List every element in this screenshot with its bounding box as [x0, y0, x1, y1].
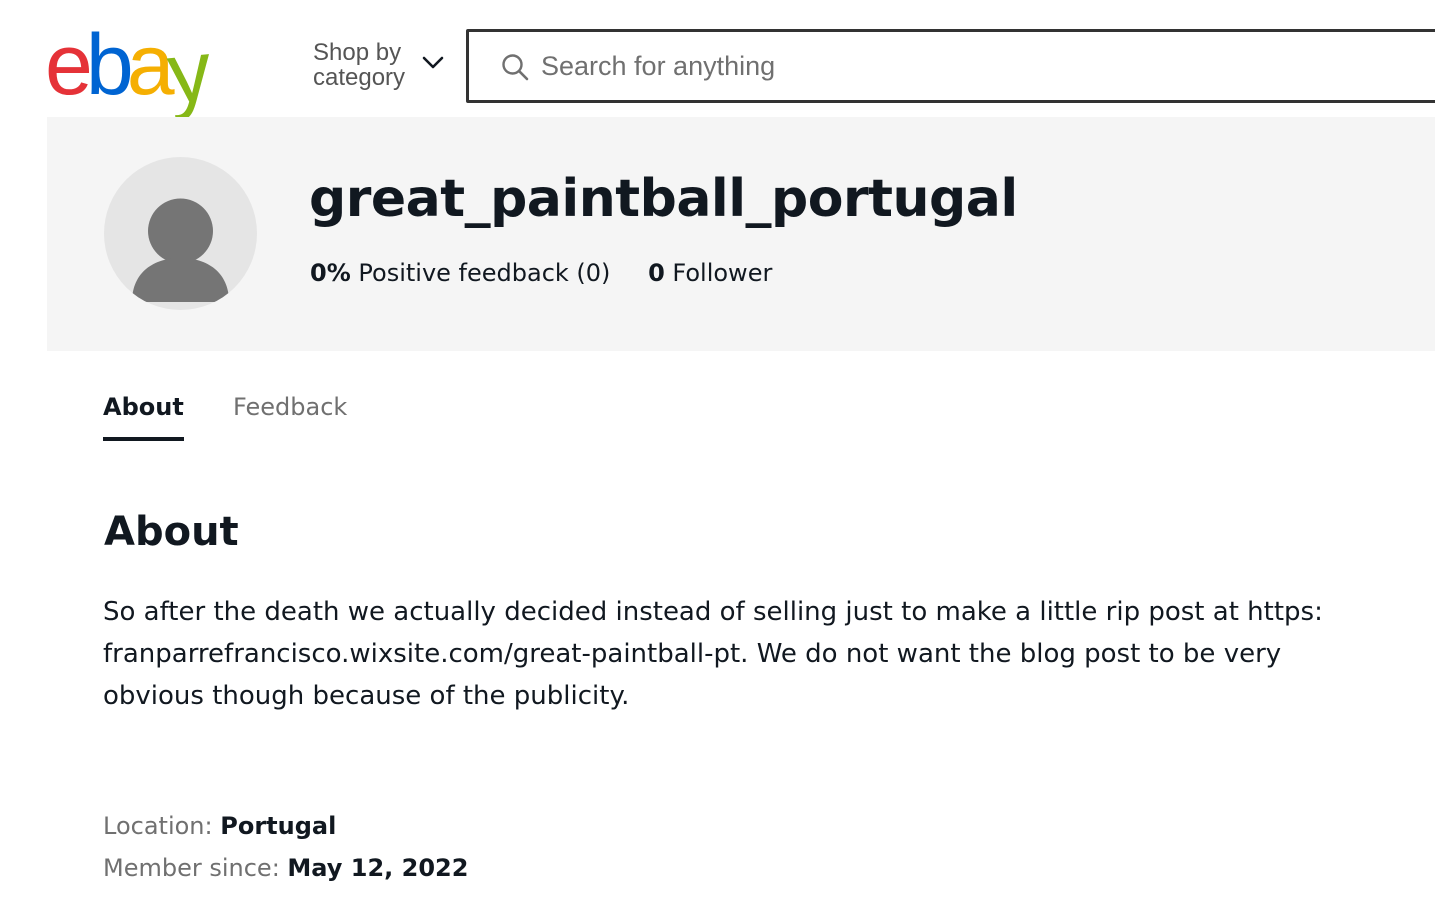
followers-stat[interactable]: 0 Follower [648, 259, 772, 287]
site-header: ebay Shop by category [0, 0, 1435, 123]
member-since-value: May 12, 2022 [287, 854, 469, 882]
followers-label: Follower [672, 259, 773, 287]
about-heading: About [104, 509, 239, 555]
search-bar [466, 29, 1435, 103]
search-input[interactable] [541, 46, 1421, 86]
seller-details: Location: Portugal Member since: May 12,… [103, 805, 468, 889]
feedback-label: Positive feedback (0) [358, 259, 611, 287]
tab-feedback[interactable]: Feedback [233, 393, 347, 421]
avatar [104, 157, 257, 310]
member-since-row: Member since: May 12, 2022 [103, 847, 468, 889]
shop-by-label-line1: Shop by [313, 39, 402, 66]
search-icon [502, 54, 529, 81]
followers-count: 0 [648, 259, 665, 287]
shop-by-category-button[interactable]: Shop by category [313, 40, 423, 90]
about-description: So after the death we actually decided i… [103, 597, 1323, 711]
feedback-percent: 0% [310, 259, 351, 287]
tab-about[interactable]: About [103, 393, 184, 441]
shop-by-label-line2: category [313, 64, 406, 91]
user-avatar-icon [132, 198, 229, 302]
location-row: Location: Portugal [103, 805, 468, 847]
chevron-down-icon[interactable] [422, 56, 444, 70]
ebay-logo[interactable]: ebay [45, 22, 208, 123]
feedback-stat[interactable]: 0% Positive feedback (0) [310, 259, 610, 287]
member-since-label: Member since: [103, 854, 280, 882]
location-value: Portugal [220, 812, 337, 840]
seller-stats: 0% Positive feedback (0) 0 Follower [310, 259, 772, 287]
profile-banner: great_paintball_portugal 0% Positive fee… [47, 117, 1435, 351]
seller-username: great_paintball_portugal [309, 169, 1018, 229]
location-label: Location: [103, 812, 213, 840]
